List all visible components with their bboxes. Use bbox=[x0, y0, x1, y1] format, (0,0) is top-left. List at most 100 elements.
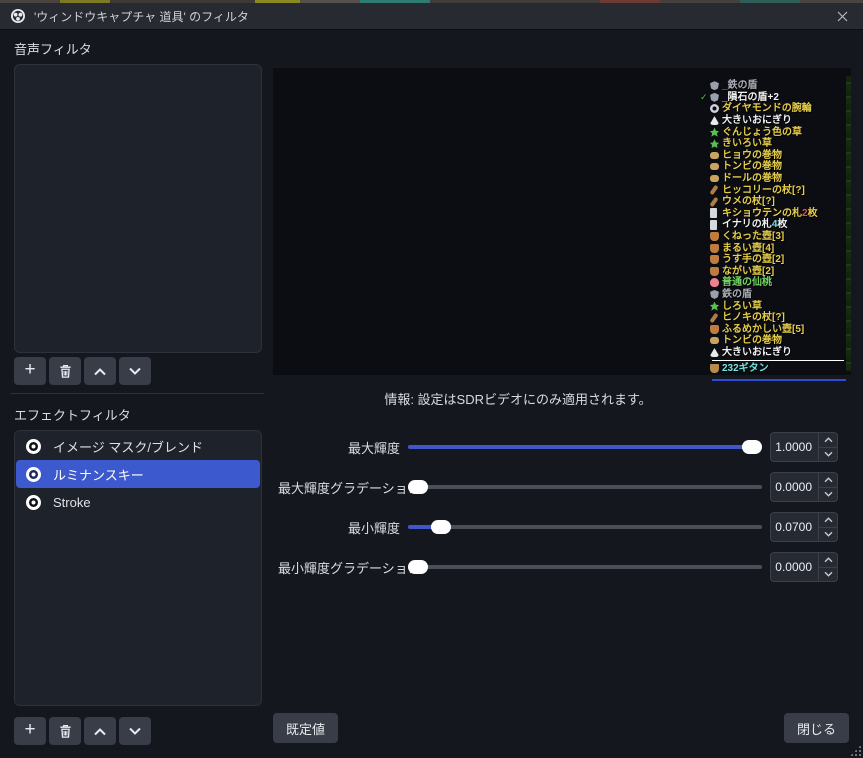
game-item: イナリの札4枚 bbox=[700, 219, 846, 231]
slider-handle[interactable] bbox=[408, 480, 428, 494]
close-window-button[interactable] bbox=[825, 3, 859, 29]
effect-remove-filter-button[interactable] bbox=[49, 717, 81, 745]
spin-up-button[interactable] bbox=[819, 433, 837, 448]
effect-add-filter-button[interactable]: + bbox=[14, 717, 46, 745]
slider-row: 最大輝度1.0000 bbox=[278, 432, 838, 462]
game-item: ドールの巻物 bbox=[700, 173, 846, 185]
chevron-up-icon bbox=[93, 367, 107, 376]
game-item-text: _鉄の盾 bbox=[722, 80, 758, 91]
game-item: ヒッコリーの杖[?] bbox=[700, 184, 846, 196]
sdr-info-text: 情報: 設定はSDRビデオにのみ適用されます。 bbox=[268, 389, 768, 408]
filter-item-label: ルミナンスキー bbox=[53, 465, 144, 484]
audio-filter-list[interactable] bbox=[14, 64, 262, 353]
spin-up-button[interactable] bbox=[819, 473, 837, 488]
game-item-text: きいろい草 bbox=[722, 138, 772, 149]
game-item: ぐんじょう色の草 bbox=[700, 126, 846, 138]
game-item: くねった壺[3] bbox=[700, 231, 846, 243]
chevron-down-icon bbox=[128, 727, 142, 736]
close-button[interactable]: 閉じる bbox=[784, 713, 849, 743]
game-item-text: ウメの杖[?] bbox=[722, 196, 775, 207]
slider-track[interactable] bbox=[408, 485, 762, 489]
filter-item[interactable]: イメージ マスク/ブレンド bbox=[16, 432, 260, 460]
game-item-text: 枚 bbox=[808, 208, 818, 219]
money-icon bbox=[710, 364, 719, 373]
spin-down-button[interactable] bbox=[819, 448, 837, 462]
effect-move-up-button[interactable] bbox=[84, 717, 116, 745]
luminance-controls: 最大輝度1.0000最大輝度グラデーション0.0000最小輝度0.0700最小輝… bbox=[278, 432, 838, 592]
audio-move-down-button[interactable] bbox=[119, 357, 151, 385]
pot-icon bbox=[710, 244, 719, 253]
spin-down-button[interactable] bbox=[819, 488, 837, 502]
panel-separator bbox=[10, 393, 264, 394]
game-item-text: ヒッコリーの杖[?] bbox=[722, 185, 805, 196]
slider-track[interactable] bbox=[408, 565, 762, 569]
slider-fill bbox=[408, 525, 433, 529]
value-spinbox: 0.0000 bbox=[770, 472, 838, 502]
onigiri-icon bbox=[710, 348, 719, 357]
effect-filter-list[interactable]: イメージ マスク/ブレンドルミナンスキー Stroke bbox=[14, 430, 262, 706]
filter-preview: _鉄の盾✓_隕石の盾+2ダイヤモンドの腕輪大きいおにぎりぐんじょう色の草きいろい… bbox=[273, 68, 851, 375]
game-item-text: 大きいおにぎり bbox=[722, 115, 792, 126]
plus-icon: + bbox=[24, 719, 35, 741]
filters-panel: 音声フィルタ + bbox=[0, 30, 268, 758]
visibility-eye-icon[interactable] bbox=[26, 439, 41, 454]
slider-track[interactable] bbox=[408, 525, 762, 529]
slider-最小輝度[interactable] bbox=[408, 520, 762, 534]
game-item-text: しろい草 bbox=[722, 301, 762, 312]
visibility-eye-icon[interactable] bbox=[26, 467, 41, 482]
game-window-border bbox=[712, 379, 846, 381]
slider-handle[interactable] bbox=[431, 520, 451, 534]
game-item: しろい草 bbox=[700, 300, 846, 312]
slider-handle[interactable] bbox=[742, 440, 762, 454]
filter-settings-panel: _鉄の盾✓_隕石の盾+2ダイヤモンドの腕輪大きいおにぎりぐんじょう色の草きいろい… bbox=[268, 30, 863, 758]
game-item: 大きいおにぎり bbox=[700, 115, 846, 127]
spinbox-value[interactable]: 0.0700 bbox=[771, 513, 818, 541]
effect-filter-toolbar: + bbox=[14, 717, 262, 745]
dialog-body: 音声フィルタ + bbox=[0, 30, 863, 758]
pot-icon bbox=[710, 255, 719, 264]
pot-icon bbox=[710, 325, 719, 334]
slider-row: 最小輝度グラデーション0.0000 bbox=[278, 552, 838, 582]
audio-remove-filter-button[interactable] bbox=[49, 357, 81, 385]
slider-最大輝度[interactable] bbox=[408, 440, 762, 454]
game-item-text: _隕石の盾+2 bbox=[722, 92, 779, 103]
titlebar: 'ウィンドウキャプチャ 道具' のフィルタ bbox=[0, 3, 863, 30]
spinbox-value[interactable]: 1.0000 bbox=[771, 433, 818, 461]
slider-最小輝度グラデーション[interactable] bbox=[408, 560, 762, 574]
trash-icon bbox=[58, 364, 73, 379]
visibility-eye-icon[interactable] bbox=[26, 495, 41, 510]
slider-handle[interactable] bbox=[408, 560, 428, 574]
effect-move-down-button[interactable] bbox=[119, 717, 151, 745]
game-item-list: _鉄の盾✓_隕石の盾+2ダイヤモンドの腕輪大きいおにぎりぐんじょう色の草きいろい… bbox=[700, 80, 846, 381]
audio-add-filter-button[interactable]: + bbox=[14, 357, 46, 385]
spinbox-value[interactable]: 0.0000 bbox=[771, 473, 818, 501]
spinbox-value[interactable]: 0.0000 bbox=[771, 553, 818, 581]
bracelet-icon bbox=[710, 104, 719, 113]
game-item: 普通の仙桃 bbox=[700, 277, 846, 289]
game-item: 大きいおにぎり bbox=[700, 347, 846, 359]
game-item: 鉄の盾 bbox=[700, 289, 846, 301]
game-list-separator bbox=[712, 360, 844, 361]
slider-最大輝度グラデーション[interactable] bbox=[408, 480, 762, 494]
audio-move-up-button[interactable] bbox=[84, 357, 116, 385]
slider-row: 最小輝度0.0700 bbox=[278, 512, 838, 542]
game-item-text: 普通の仙桃 bbox=[722, 277, 772, 288]
filter-item[interactable]: ルミナンスキー bbox=[16, 460, 260, 488]
shield-icon bbox=[710, 93, 719, 102]
game-money-row: 232ギタン bbox=[700, 362, 846, 374]
spin-down-button[interactable] bbox=[819, 568, 837, 582]
game-item: _鉄の盾 bbox=[700, 80, 846, 92]
slider-fill bbox=[408, 445, 758, 449]
pot-icon bbox=[710, 232, 719, 241]
defaults-button[interactable]: 既定値 bbox=[273, 713, 338, 743]
spin-up-button[interactable] bbox=[819, 553, 837, 568]
game-item-text: トンビの巻物 bbox=[722, 335, 782, 346]
game-item: まるい壺[4] bbox=[700, 242, 846, 254]
game-item: トンビの巻物 bbox=[700, 161, 846, 173]
wand-icon bbox=[709, 185, 718, 195]
onigiri-icon bbox=[710, 116, 719, 125]
spin-up-button[interactable] bbox=[819, 513, 837, 528]
game-item-text: キショウテンの札 bbox=[722, 208, 802, 219]
spin-down-button[interactable] bbox=[819, 528, 837, 542]
filter-item[interactable]: Stroke bbox=[16, 488, 260, 516]
